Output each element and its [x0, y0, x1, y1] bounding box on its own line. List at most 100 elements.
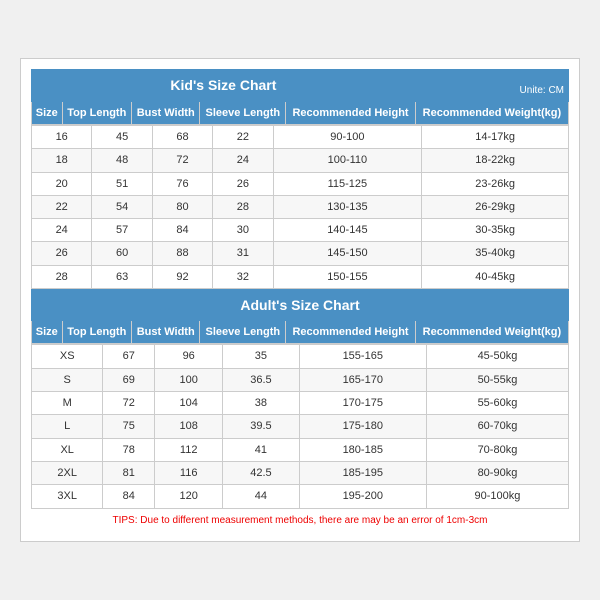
cell: 28 [32, 265, 92, 288]
cell: 60-70kg [426, 415, 568, 438]
cell: 42.5 [223, 461, 299, 484]
cell: 84 [152, 219, 212, 242]
table-row: 26608831145-15035-40kg [32, 242, 569, 265]
cell: 26 [32, 242, 92, 265]
cell: XS [32, 345, 103, 368]
cell: 69 [103, 368, 155, 391]
cell: 68 [152, 125, 212, 148]
cell: 120 [155, 485, 223, 508]
kids-title: Kid's Size Chart [32, 70, 416, 101]
kids-size-table: Kid's Size Chart Unite: CM Size Top Leng… [31, 69, 569, 124]
adults-size-table: Adult's Size Chart Size Top Length Bust … [31, 289, 569, 344]
cell: 41 [223, 438, 299, 461]
cell: 195-200 [299, 485, 426, 508]
cell: 70-80kg [426, 438, 568, 461]
cell: 18 [32, 149, 92, 172]
cell: 3XL [32, 485, 103, 508]
kids-title-row: Kid's Size Chart Unite: CM [32, 70, 569, 101]
cell: 28 [213, 195, 273, 218]
adults-col-sleeve-length: Sleeve Length [200, 321, 286, 344]
cell: 30 [213, 219, 273, 242]
table-row: 18487224100-11018-22kg [32, 149, 569, 172]
cell: 26-29kg [422, 195, 569, 218]
cell: 23-26kg [422, 172, 569, 195]
cell: 90-100 [273, 125, 422, 148]
cell: 44 [223, 485, 299, 508]
cell: M [32, 392, 103, 415]
adults-title: Adult's Size Chart [32, 290, 569, 321]
tips-row: TIPS: Due to different measurement metho… [31, 509, 569, 531]
table-row: 24578430140-14530-35kg [32, 219, 569, 242]
cell: 116 [155, 461, 223, 484]
cell: 170-175 [299, 392, 426, 415]
adults-data-table: XS679635155-16545-50kgS6910036.5165-1705… [31, 344, 569, 508]
adults-col-top-length: Top Length [62, 321, 132, 344]
kids-col-size: Size [32, 101, 63, 124]
kids-data-table: 1645682290-10014-17kg18487224100-11018-2… [31, 125, 569, 289]
cell: 96 [155, 345, 223, 368]
cell: 80-90kg [426, 461, 568, 484]
cell: 180-185 [299, 438, 426, 461]
cell: 108 [155, 415, 223, 438]
cell: 72 [103, 392, 155, 415]
cell: 35 [223, 345, 299, 368]
cell: 51 [92, 172, 152, 195]
cell: 31 [213, 242, 273, 265]
cell: 175-180 [299, 415, 426, 438]
cell: XL [32, 438, 103, 461]
cell: 92 [152, 265, 212, 288]
cell: 100-110 [273, 149, 422, 172]
cell: 40-45kg [422, 265, 569, 288]
table-row: XL7811241180-18570-80kg [32, 438, 569, 461]
kids-header-row: Size Top Length Bust Width Sleeve Length… [32, 101, 569, 124]
table-row: 22548028130-13526-29kg [32, 195, 569, 218]
cell: 24 [213, 149, 273, 172]
kids-col-height: Recommended Height [286, 101, 416, 124]
adults-header-row: Size Top Length Bust Width Sleeve Length… [32, 321, 569, 344]
cell: 84 [103, 485, 155, 508]
cell: 60 [92, 242, 152, 265]
cell: 50-55kg [426, 368, 568, 391]
cell: 36.5 [223, 368, 299, 391]
adults-title-row: Adult's Size Chart [32, 290, 569, 321]
kids-col-sleeve-length: Sleeve Length [200, 101, 286, 124]
table-row: XS679635155-16545-50kg [32, 345, 569, 368]
adults-col-height: Recommended Height [286, 321, 416, 344]
tips-text: TIPS: Due to different measurement metho… [31, 509, 569, 531]
table-row: 2XL8111642.5185-19580-90kg [32, 461, 569, 484]
cell: 20 [32, 172, 92, 195]
table-row: 1645682290-10014-17kg [32, 125, 569, 148]
cell: 38 [223, 392, 299, 415]
kids-col-weight: Recommended Weight(kg) [415, 101, 568, 124]
cell: 165-170 [299, 368, 426, 391]
cell: 48 [92, 149, 152, 172]
cell: 78 [103, 438, 155, 461]
size-chart-card: Kid's Size Chart Unite: CM Size Top Leng… [20, 58, 580, 541]
cell: 100 [155, 368, 223, 391]
cell: 57 [92, 219, 152, 242]
cell: 63 [92, 265, 152, 288]
cell: 22 [213, 125, 273, 148]
table-row: 28639232150-15540-45kg [32, 265, 569, 288]
cell: 140-145 [273, 219, 422, 242]
cell: 18-22kg [422, 149, 569, 172]
cell: 45 [92, 125, 152, 148]
cell: 72 [152, 149, 212, 172]
cell: 104 [155, 392, 223, 415]
cell: 185-195 [299, 461, 426, 484]
cell: 155-165 [299, 345, 426, 368]
cell: 30-35kg [422, 219, 569, 242]
cell: 76 [152, 172, 212, 195]
cell: 39.5 [223, 415, 299, 438]
cell: 90-100kg [426, 485, 568, 508]
cell: S [32, 368, 103, 391]
cell: 24 [32, 219, 92, 242]
kids-col-bust-width: Bust Width [132, 101, 200, 124]
cell: 35-40kg [422, 242, 569, 265]
cell: 45-50kg [426, 345, 568, 368]
table-row: M7210438170-17555-60kg [32, 392, 569, 415]
cell: 80 [152, 195, 212, 218]
adults-col-size: Size [32, 321, 63, 344]
cell: 54 [92, 195, 152, 218]
cell: 145-150 [273, 242, 422, 265]
